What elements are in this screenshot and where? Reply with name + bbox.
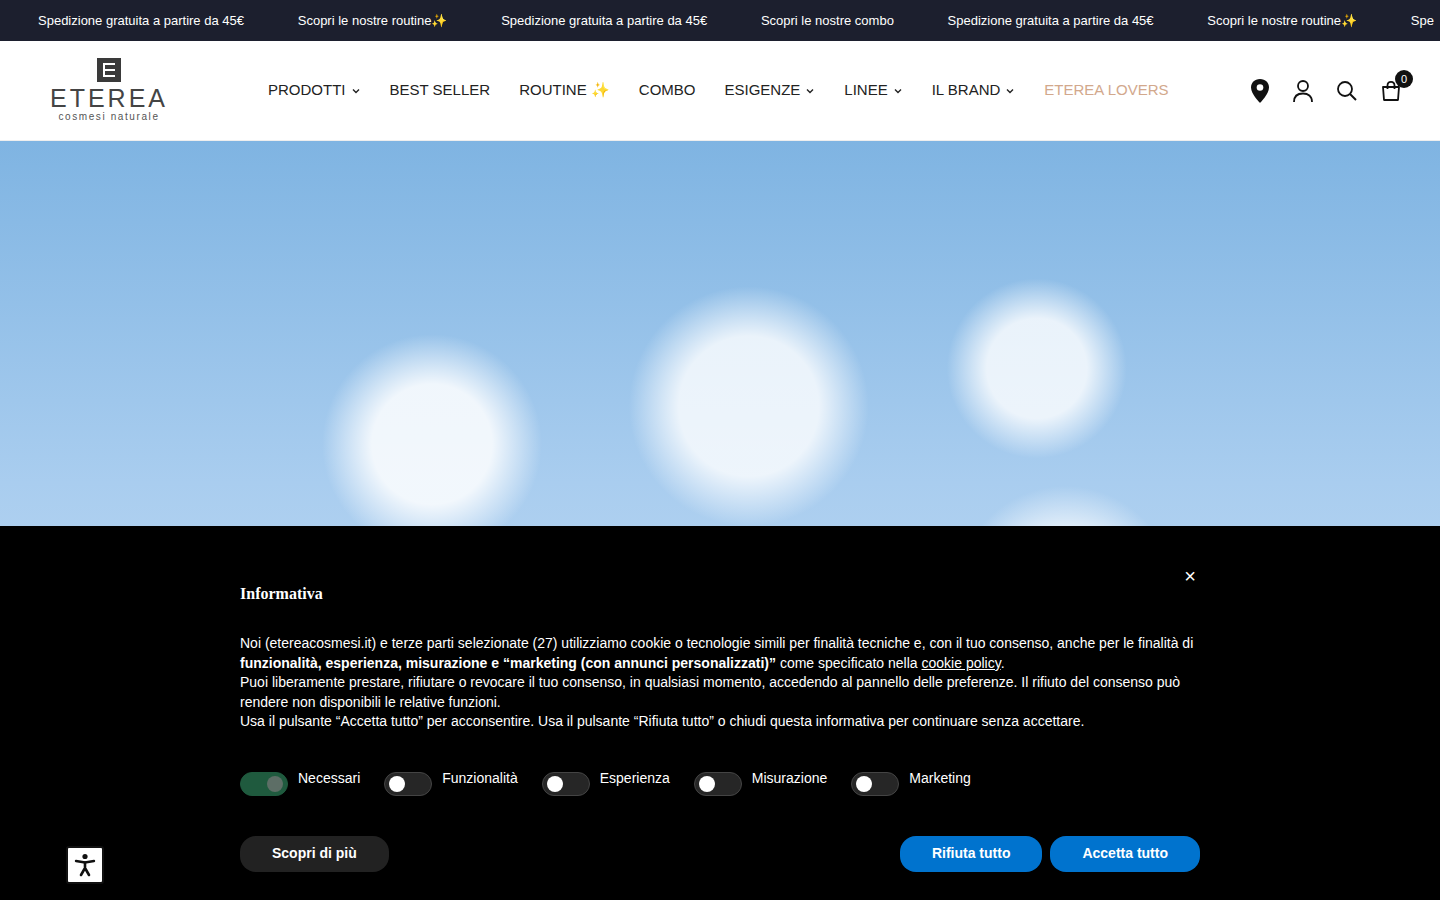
cookie-banner-content: Informativa × Noi (etereacosmesi.it) e ter… <box>240 526 1200 872</box>
nav-item[interactable]: ETEREA LOVERS <box>1044 79 1168 102</box>
consent-toggle[interactable]: Esperienza <box>542 768 670 796</box>
toggle-switch[interactable] <box>542 772 590 796</box>
nav-item[interactable]: ROUTINE ✨ <box>519 79 610 102</box>
chevron-down-icon <box>1005 86 1015 96</box>
nav-label: PRODOTTI <box>268 79 346 102</box>
announcement-item[interactable]: Spedizione gratuita a partire da 45€ <box>948 11 1154 31</box>
cookie-text: Noi (etereacosmesi.it) e terze parti sel… <box>240 634 1200 732</box>
toggle-switch[interactable] <box>851 772 899 796</box>
consent-button[interactable]: Accetta tutto <box>1050 836 1200 872</box>
logo[interactable]: ETEREAcosmesi naturale <box>50 58 168 123</box>
cart-button[interactable]: 0 <box>1380 80 1402 102</box>
nav-label: ROUTINE ✨ <box>519 79 610 102</box>
chevron-down-icon <box>805 86 815 96</box>
toggle-label: Marketing <box>909 768 970 789</box>
toggle-label: Esperienza <box>600 768 670 789</box>
cookie-title: Informativa <box>240 582 323 606</box>
toggle-knob <box>547 776 563 792</box>
toggle-label: Funzionalità <box>442 768 518 789</box>
nav-item[interactable]: PRODOTTI <box>268 79 361 102</box>
close-button[interactable]: × <box>1180 566 1200 586</box>
cookie-policy-link[interactable]: cookie policy <box>922 655 1001 671</box>
consent-toggle[interactable]: Marketing <box>851 768 970 796</box>
intro-text: . <box>1001 655 1005 671</box>
toggle-knob <box>856 776 872 792</box>
cookie-banner-header: Informativa × <box>240 566 1200 606</box>
toggle-label: Misurazione <box>752 768 827 789</box>
intro-text: Noi (etereacosmesi.it) e terze parti sel… <box>240 635 1193 651</box>
announcement-item[interactable]: Scopri le nostre routine✨ <box>1207 11 1357 31</box>
learn-more-button[interactable]: Scopri di più <box>240 836 389 872</box>
announcement-item[interactable]: Spe <box>1411 11 1434 31</box>
main-nav: PRODOTTI BEST SELLER ROUTINE ✨ COMBO ESIGENZ… <box>268 79 1250 102</box>
announcement-item[interactable]: Spedizione gratuita a partire da 45€ <box>501 11 707 31</box>
nav-label: BEST SELLER <box>390 79 491 102</box>
toggle-label: Necessari <box>298 768 360 789</box>
logo-tagline: cosmesi naturale <box>58 111 159 123</box>
header-icons: 0 <box>1250 78 1402 104</box>
toggle-knob <box>267 776 283 792</box>
site-header: ETEREAcosmesi naturale PRODOTTI BEST SELLE… <box>0 41 1440 141</box>
consent-toggles: Necessari Funzionalità Esperienza Misurazio… <box>240 768 1200 796</box>
cookie-paragraph: Usa il pulsante “Accetta tutto” per acco… <box>240 712 1200 732</box>
nav-item[interactable]: BEST SELLER <box>390 79 491 102</box>
announcement-item[interactable]: Spedizione gratuita a partire da 45€ <box>38 11 244 31</box>
consent-button[interactable]: Rifiuta tutto <box>900 836 1043 872</box>
consent-toggle: Necessari <box>240 768 360 796</box>
toggle-knob <box>389 776 405 792</box>
bold-text: funzionalità, esperienza, misurazione e … <box>240 655 776 671</box>
location-pin-icon[interactable] <box>1250 78 1270 104</box>
nav-label: COMBO <box>639 79 696 102</box>
cookie-buttons: Scopri di più Rifiuta tuttoAccetta tutto <box>240 836 1200 872</box>
user-icon[interactable] <box>1292 79 1314 103</box>
cookie-paragraph: Puoi liberamente prestare, rifiutare o r… <box>240 673 1200 712</box>
intro-text: come specificato nella <box>776 655 922 671</box>
consent-toggle[interactable]: Funzionalità <box>384 768 518 796</box>
cookie-intro: Noi (etereacosmesi.it) e terze parti sel… <box>240 634 1200 673</box>
chevron-down-icon <box>893 86 903 96</box>
toggle-switch[interactable] <box>384 772 432 796</box>
cookie-banner: Informativa × Noi (etereacosmesi.it) e ter… <box>0 526 1440 899</box>
accessibility-button[interactable] <box>66 846 104 884</box>
nav-label: ESIGENZE <box>724 79 800 102</box>
logo-mark-icon <box>97 58 121 82</box>
cart-count-badge: 0 <box>1395 70 1413 88</box>
nav-item[interactable]: ESIGENZE <box>724 79 815 102</box>
announcement-bar: Spedizione gratuita a partire da 45€ Scop… <box>0 0 1440 41</box>
logo-wordmark: ETEREA <box>50 86 168 111</box>
nav-item[interactable]: IL BRAND <box>932 79 1016 102</box>
nav-item[interactable]: LINEE <box>844 79 902 102</box>
chevron-down-icon <box>351 86 361 96</box>
accessibility-person-icon <box>74 853 96 877</box>
nav-label: ETEREA LOVERS <box>1044 79 1168 102</box>
announcement-item[interactable]: Scopri le nostre combo <box>761 11 894 31</box>
consent-toggle[interactable]: Misurazione <box>694 768 827 796</box>
announcement-item[interactable]: Scopri le nostre routine✨ <box>298 11 448 31</box>
toggle-knob <box>699 776 715 792</box>
search-icon[interactable] <box>1336 80 1358 102</box>
nav-item[interactable]: COMBO <box>639 79 696 102</box>
nav-label: IL BRAND <box>932 79 1001 102</box>
toggle-switch <box>240 772 288 796</box>
toggle-switch[interactable] <box>694 772 742 796</box>
nav-label: LINEE <box>844 79 887 102</box>
